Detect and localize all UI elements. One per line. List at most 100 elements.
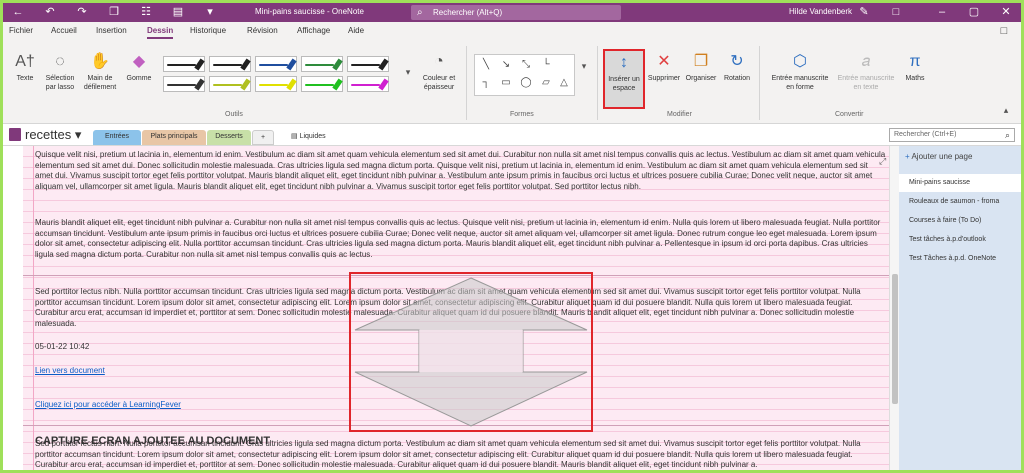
section-tab-plats[interactable]: Plats principals bbox=[142, 130, 206, 145]
pan-hand-button[interactable]: ✋ Main de défilement bbox=[81, 52, 119, 92]
page-canvas[interactable]: Quisque velit nisi, pretium ut lacinia i… bbox=[23, 146, 889, 470]
pen-sync-icon[interactable]: ✎ bbox=[855, 4, 873, 20]
pen-stroke bbox=[167, 64, 196, 66]
back-icon[interactable]: ← bbox=[9, 4, 27, 20]
notebook-name[interactable]: recettes ▾ bbox=[25, 127, 81, 143]
parallelogram-shape-icon[interactable]: ▱ bbox=[539, 77, 553, 88]
paragraph-2[interactable]: Mauris blandit aliquet elit, eget tincid… bbox=[35, 218, 887, 260]
section-tab-desserts[interactable]: Desserts bbox=[207, 130, 251, 145]
tab-fichier[interactable]: Fichier bbox=[9, 26, 33, 35]
section-liquides[interactable]: ▤ Liquides bbox=[291, 132, 326, 140]
tab-insertion[interactable]: Insertion bbox=[96, 26, 127, 35]
eraser-label: Gomme bbox=[126, 75, 152, 82]
axes2-shape-icon[interactable]: ┐ bbox=[479, 77, 493, 88]
shapes-gallery[interactable]: ╲ ↘ ⤡ └ ┐ ▭ ◯ ▱ △ bbox=[474, 54, 575, 96]
eraser-button[interactable]: ◆ Gomme bbox=[121, 52, 157, 83]
pen-preset-4[interactable] bbox=[301, 56, 343, 72]
color-thickness-button[interactable]: ◔ Couleur et épaisseur bbox=[419, 52, 459, 92]
page-item[interactable]: Mini-pains saucisse bbox=[899, 174, 1021, 192]
clipboard-icon[interactable]: ☷ bbox=[137, 4, 155, 20]
page-search-input[interactable]: Rechercher (Ctrl+E) ⌕ bbox=[889, 128, 1015, 142]
scrollbar-thumb[interactable] bbox=[892, 274, 898, 404]
ink-to-text-icon: 𝑎 bbox=[861, 53, 871, 70]
page-item[interactable]: Test tâches à.p.d'outlook bbox=[899, 231, 1021, 249]
ribbon-display-icon[interactable]: □ bbox=[887, 4, 905, 20]
axes-shape-icon[interactable]: └ bbox=[539, 59, 553, 70]
page-item[interactable]: Courses à faire (To Do) bbox=[899, 212, 1021, 230]
undo-icon[interactable]: ↶ bbox=[41, 4, 59, 20]
pen-stroke bbox=[213, 84, 242, 86]
pen-tip-icon bbox=[240, 78, 251, 91]
pen-tip-icon bbox=[332, 78, 343, 91]
minimize-icon[interactable]: – bbox=[928, 3, 956, 22]
math-button[interactable]: π Maths bbox=[901, 52, 929, 83]
redo-icon[interactable]: ↷ bbox=[73, 4, 91, 20]
shapes-more-icon[interactable]: ▾ bbox=[575, 58, 593, 74]
notebook-bar: recettes ▾ Entrées Plats principals Dess… bbox=[3, 124, 1021, 146]
open-folder-icon[interactable]: ▤ bbox=[169, 4, 187, 20]
hand-icon: ✋ bbox=[90, 53, 110, 70]
paragraph-1[interactable]: Quisque velit nisi, pretium ut lacinia i… bbox=[35, 150, 887, 192]
ink-to-text-label: Entrée manuscrite en texte bbox=[837, 75, 895, 91]
pen-gallery-more-icon[interactable]: ▾ bbox=[399, 64, 417, 80]
lasso-label: Sélection par lasso bbox=[45, 75, 75, 91]
lasso-select-button[interactable]: ◌ Sélection par lasso bbox=[43, 52, 77, 92]
comments-icon[interactable]: □ bbox=[995, 23, 1013, 39]
tab-accueil[interactable]: Accueil bbox=[51, 26, 77, 35]
pen-preset-2[interactable] bbox=[209, 56, 251, 72]
insert-space-cursor[interactable] bbox=[349, 272, 593, 432]
tab-historique[interactable]: Historique bbox=[190, 26, 226, 35]
pen-preset-8[interactable] bbox=[255, 76, 297, 92]
rectangle-shape-icon[interactable]: ▭ bbox=[499, 77, 513, 88]
close-icon[interactable]: ✕ bbox=[992, 3, 1020, 22]
document-link[interactable]: Lien vers document bbox=[35, 366, 105, 377]
text-tool-button[interactable]: A† Texte bbox=[11, 52, 39, 83]
tab-affichage[interactable]: Affichage bbox=[297, 26, 330, 35]
expand-icon[interactable]: ⤢ bbox=[879, 156, 886, 167]
pen-preset-6[interactable] bbox=[163, 76, 205, 92]
user-name[interactable]: Hilde Vandenberk bbox=[789, 7, 852, 16]
rotate-button[interactable]: ↻ Rotation bbox=[721, 52, 753, 83]
margin-line bbox=[33, 146, 34, 470]
eraser-icon: ◆ bbox=[132, 53, 146, 70]
notebook-icon bbox=[9, 128, 21, 141]
collapse-ribbon-icon[interactable]: ▴ bbox=[997, 102, 1015, 118]
color-thickness-label: Couleur et épaisseur bbox=[422, 75, 456, 91]
tab-aide[interactable]: Aide bbox=[348, 26, 364, 35]
arrow-shape-icon[interactable]: ↘ bbox=[499, 59, 513, 70]
delete-button[interactable]: ✕ Supprimer bbox=[647, 52, 681, 83]
capture-title: CAPTURE ECRAN AJOUTEE AU DOCUMENT bbox=[35, 435, 271, 447]
pen-preset-1[interactable] bbox=[163, 56, 205, 72]
triangle-shape-icon[interactable]: △ bbox=[557, 77, 571, 88]
double-arrow-shape-icon[interactable]: ⤡ bbox=[519, 59, 533, 70]
pen-tip-icon bbox=[240, 58, 251, 71]
customize-toolbar-icon[interactable]: ▾ bbox=[201, 4, 219, 20]
ink-to-text-button[interactable]: 𝑎 Entrée manuscrite en texte bbox=[835, 52, 897, 92]
copy-icon[interactable]: ❐ bbox=[105, 4, 123, 20]
add-page-button[interactable]: + Ajouter une page bbox=[905, 152, 972, 161]
pen-preset-7[interactable] bbox=[209, 76, 251, 92]
search-input[interactable]: ⌕ Rechercher (Alt+Q) bbox=[411, 5, 621, 20]
arrange-button[interactable]: ❐ Organiser bbox=[683, 52, 719, 83]
pen-tip-icon bbox=[332, 58, 343, 71]
insert-space-button[interactable]: ↕ Insérer un espace bbox=[603, 49, 645, 109]
ellipse-shape-icon[interactable]: ◯ bbox=[519, 77, 533, 88]
page-item[interactable]: Rouleaux de saumon - froma bbox=[899, 193, 1021, 211]
group-convertir-label: Convertir bbox=[835, 111, 864, 118]
maximize-icon[interactable]: ▢ bbox=[960, 3, 988, 22]
tab-dessin[interactable]: Dessin bbox=[147, 26, 174, 39]
separator bbox=[759, 46, 760, 120]
pen-preset-5[interactable] bbox=[347, 56, 389, 72]
learningfever-link[interactable]: Cliquez ici pour accéder à LearningFever bbox=[35, 400, 181, 411]
section-tab-entrees[interactable]: Entrées bbox=[93, 130, 141, 145]
pen-preset-9[interactable] bbox=[301, 76, 343, 92]
line-shape-icon[interactable]: ╲ bbox=[479, 59, 493, 70]
page-scrollbar[interactable] bbox=[889, 146, 899, 470]
pen-tip-icon bbox=[194, 58, 205, 71]
tab-revision[interactable]: Révision bbox=[247, 26, 278, 35]
add-section-button[interactable]: + bbox=[252, 130, 274, 145]
ink-to-shape-button[interactable]: ⬡ Entrée manuscrite en forme bbox=[769, 52, 831, 92]
pen-preset-3[interactable] bbox=[255, 56, 297, 72]
pen-preset-10[interactable] bbox=[347, 76, 389, 92]
page-item[interactable]: Test Tâches à.p.d. OneNote bbox=[899, 250, 1021, 268]
